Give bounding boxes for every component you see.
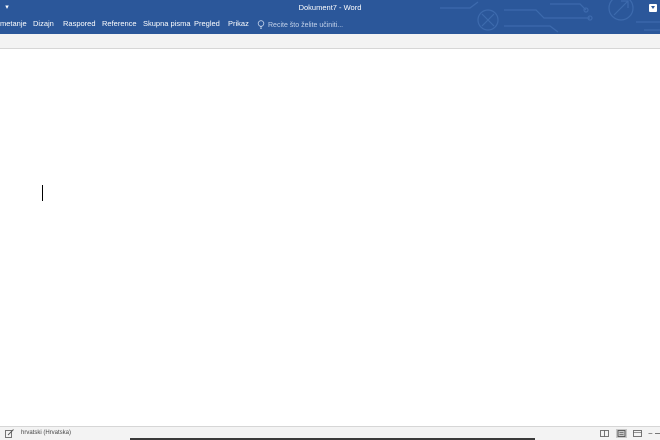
- tab-reference[interactable]: Reference: [102, 16, 137, 34]
- zoom-slider[interactable]: [655, 433, 660, 434]
- title-bar: ▾ Dokument7 - Word: [0, 0, 660, 16]
- tell-me-search[interactable]: Recite što želite učiniti...: [257, 16, 343, 34]
- web-layout-icon[interactable]: [632, 429, 643, 438]
- tell-me-placeholder: Recite što želite učiniti...: [268, 21, 344, 29]
- ribbon-tabs: metanje Dizajn Raspored Reference Skupna…: [0, 16, 660, 34]
- tab-skupna-pisma[interactable]: Skupna pisma: [143, 16, 191, 34]
- tab-pregled[interactable]: Pregled: [194, 16, 220, 34]
- tab-dizajn[interactable]: Dizajn: [33, 16, 54, 34]
- tab-raspored[interactable]: Raspored: [63, 16, 96, 34]
- read-mode-icon[interactable]: [599, 429, 610, 438]
- zoom-out-button[interactable]: −: [648, 429, 653, 438]
- text-cursor: [42, 185, 43, 201]
- document-canvas[interactable]: [0, 49, 660, 426]
- language-indicator[interactable]: hrvatski (Hrvatska): [21, 429, 71, 438]
- collapsed-ribbon-area: [0, 34, 660, 49]
- window-title: Dokument7 - Word: [298, 3, 362, 12]
- proofing-icon[interactable]: [5, 429, 14, 438]
- lightbulb-icon: [257, 20, 265, 29]
- tab-umetanje[interactable]: metanje: [0, 16, 27, 34]
- print-layout-icon[interactable]: [616, 429, 627, 438]
- tab-prikaz[interactable]: Prikaz: [228, 16, 249, 34]
- ribbon-display-options-icon[interactable]: [649, 4, 657, 12]
